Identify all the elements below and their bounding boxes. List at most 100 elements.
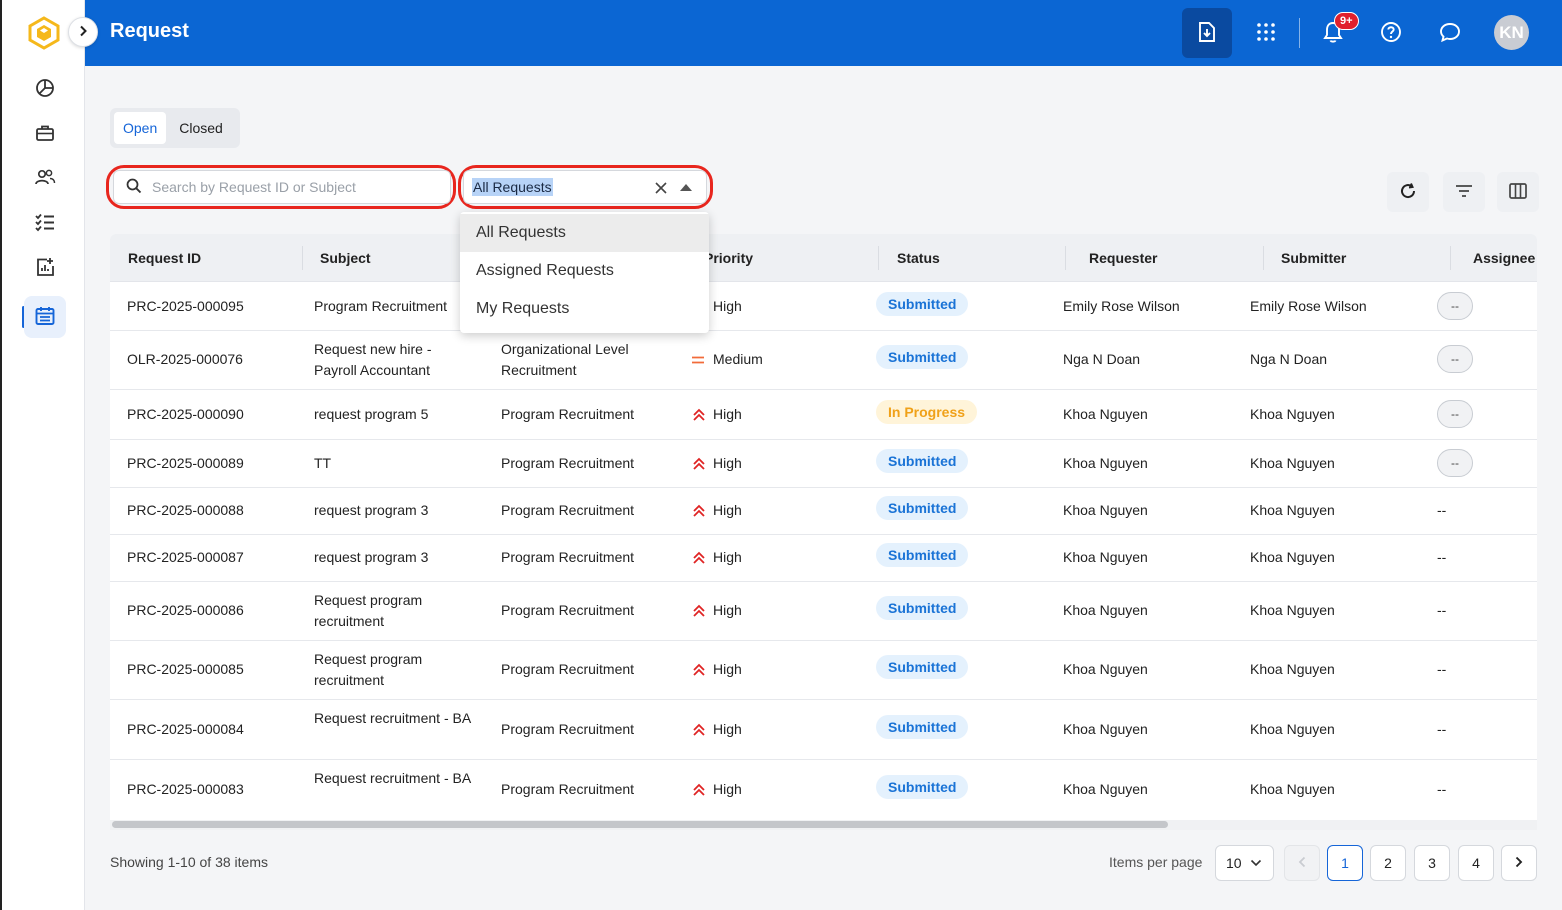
submitter-cell: Khoa Nguyen [1250,455,1335,471]
sidebar [2,0,85,910]
tab-open[interactable]: Open [114,112,167,144]
table-row[interactable]: PRC-2025-000084 Request recruitment - BA… [110,700,1537,760]
apps-grid-button[interactable] [1241,8,1291,58]
caret-up-icon[interactable] [680,184,692,191]
table-row[interactable]: PRC-2025-000089 TT Program Recruitment H… [110,440,1537,488]
request-id-cell[interactable]: PRC-2025-000084 [127,719,244,740]
assignee-chip[interactable]: -- [1437,449,1473,477]
request-id-cell[interactable]: PRC-2025-000083 [127,779,244,800]
assignee-chip[interactable]: -- [1437,345,1473,373]
refresh-button[interactable] [1387,172,1429,212]
subject-cell: Request program recruitment [314,592,423,629]
request-id-cell[interactable]: PRC-2025-000095 [127,296,244,317]
sidebar-item-jobs[interactable] [24,113,66,155]
items-per-page-select[interactable]: 10 [1215,845,1274,881]
table-row[interactable]: PRC-2025-000095 Program Recruitment High… [110,283,1537,331]
request-id-cell[interactable]: PRC-2025-000086 [127,600,244,621]
column-header-submitter[interactable]: Submitter [1281,250,1346,266]
tab-closed[interactable]: Closed [170,112,232,144]
table-row[interactable]: OLR-2025-000076 Request new hire - Payro… [110,331,1537,390]
sidebar-item-people[interactable] [24,157,66,199]
table-row[interactable]: PRC-2025-000090 request program 5 Progra… [110,390,1537,440]
checklist-icon [34,212,56,235]
filter-button[interactable] [1443,172,1485,212]
column-header-priority[interactable]: Priority [704,250,753,266]
refresh-icon [1399,182,1417,203]
dropdown-option-all-requests[interactable]: All Requests [460,214,709,252]
page-button-4[interactable]: 4 [1458,845,1494,881]
assignee-chip[interactable]: -- [1437,292,1473,320]
columns-icon [1509,182,1527,202]
download-request-button[interactable] [1182,8,1232,58]
app-logo-icon[interactable] [28,16,60,50]
assignee-cell: -- [1437,661,1447,677]
next-page-button[interactable] [1501,845,1537,881]
sidebar-item-tasks[interactable] [24,202,66,244]
request-type-cell: Program Recruitment [501,602,635,618]
status-badge: Submitted [876,345,969,369]
chevron-down-icon [1250,859,1262,867]
requester-cell: Emily Rose Wilson [1063,298,1180,314]
sidebar-expand-button[interactable] [68,17,98,47]
sidebar-item-dashboard[interactable] [24,68,66,110]
status-badge: Submitted [876,715,969,739]
sidebar-item-requests[interactable] [24,296,66,338]
request-id-cell[interactable]: PRC-2025-000087 [127,547,244,568]
chevron-right-icon [78,24,88,40]
requester-cell: Khoa Nguyen [1063,455,1148,471]
chat-button[interactable] [1425,8,1475,58]
briefcase-icon [35,123,55,146]
priority-cell: High [713,721,742,737]
subject-cell: Request new hire - Payroll Accountant [314,341,432,378]
help-button[interactable] [1366,8,1416,58]
chevron-left-icon [1298,855,1306,871]
table-row[interactable]: PRC-2025-000085 Request program recruitm… [110,641,1537,700]
table-row[interactable]: PRC-2025-000083 Request recruitment - BA… [110,760,1537,820]
column-header-subject[interactable]: Subject [320,250,371,266]
table-row[interactable]: PRC-2025-000087 request program 3 Progra… [110,535,1537,582]
submitter-cell: Khoa Nguyen [1250,502,1335,518]
assignee-cell: -- [1437,549,1447,565]
request-filter-select[interactable]: All Requests [463,170,707,204]
status-badge: Submitted [876,596,969,620]
user-avatar[interactable]: KN [1494,15,1529,50]
dropdown-option-my-requests[interactable]: My Requests [460,290,709,328]
page-button-2[interactable]: 2 [1370,845,1406,881]
subject-cell: request program 3 [314,502,429,518]
chevron-right-icon [1515,855,1523,871]
status-badge: Submitted [876,496,969,520]
submitter-cell: Khoa Nguyen [1250,406,1335,422]
page-button-3[interactable]: 3 [1414,845,1450,881]
column-header-requester[interactable]: Requester [1089,250,1157,266]
previous-page-button[interactable] [1284,845,1320,881]
notifications-button[interactable]: 9+ [1308,8,1359,58]
filter-lines-icon [1455,184,1473,201]
search-input[interactable] [152,179,432,195]
request-id-cell[interactable]: OLR-2025-000076 [127,349,243,370]
column-header-status[interactable]: Status [897,250,940,266]
status-badge: Submitted [876,775,969,799]
sidebar-item-reports[interactable] [24,247,66,289]
page-button-1[interactable]: 1 [1327,845,1363,881]
priority-high-icon [693,604,705,617]
calendar-request-icon [34,305,56,330]
table-row[interactable]: PRC-2025-000086 Request program recruitm… [110,582,1537,641]
column-header-assignee[interactable]: Assignee [1473,250,1535,266]
request-filter-value: All Requests [472,178,553,196]
columns-button[interactable] [1497,172,1539,212]
dropdown-option-assigned-requests[interactable]: Assigned Requests [460,252,709,290]
clear-icon[interactable] [652,179,670,197]
assignee-chip[interactable]: -- [1437,400,1473,428]
priority-high-icon [693,723,705,736]
scrollbar-thumb[interactable] [112,821,1168,828]
table-row[interactable]: PRC-2025-000088 request program 3 Progra… [110,488,1537,535]
subject-cell: request program 5 [314,406,429,422]
request-id-cell[interactable]: PRC-2025-000089 [127,453,244,474]
request-id-cell[interactable]: PRC-2025-000090 [127,404,244,425]
table-horizontal-scrollbar[interactable] [110,820,1537,830]
request-id-cell[interactable]: PRC-2025-000085 [127,659,244,680]
column-header-request-id[interactable]: Request ID [128,250,201,266]
submitter-cell: Khoa Nguyen [1250,781,1335,797]
request-id-cell[interactable]: PRC-2025-000088 [127,500,244,521]
priority-medium-icon [692,356,704,364]
